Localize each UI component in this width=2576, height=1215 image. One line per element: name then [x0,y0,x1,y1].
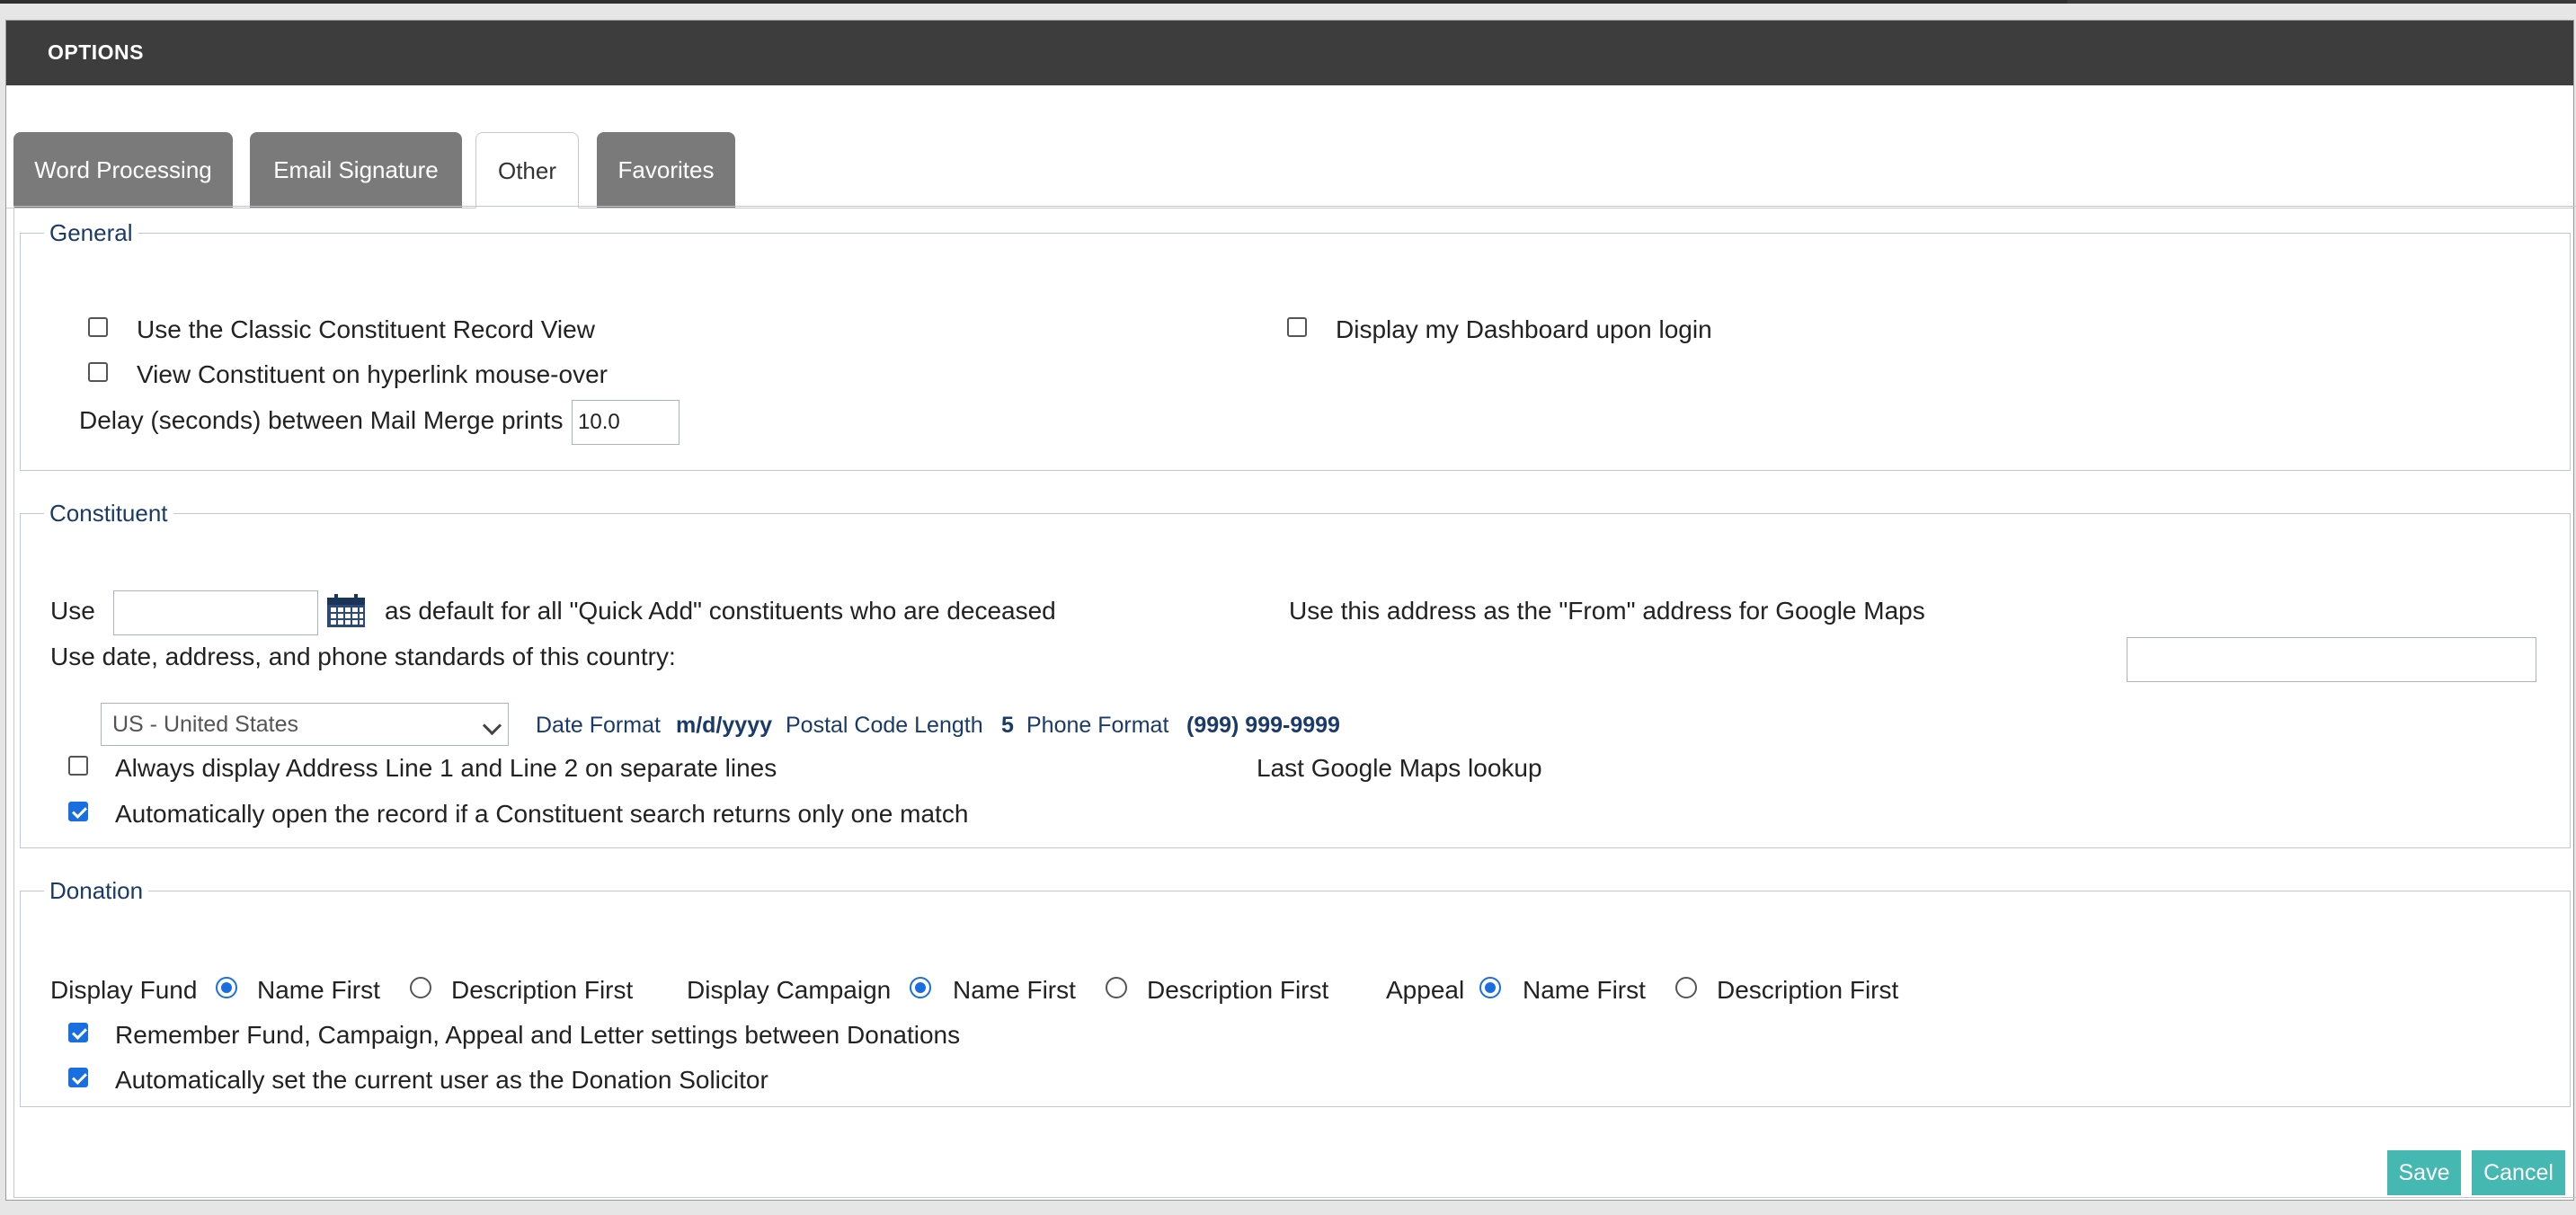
tab-content-panel: General Use the Classic Constituent Reco… [13,206,2576,1198]
separate-lines-label: Always display Address Line 1 and Line 2… [115,754,777,782]
options-dialog: OPTIONS Word Processing Email Signature … [5,20,2576,1201]
phone-format-value: (999) 999-9999 [1186,713,1340,738]
display-campaign-label: Display Campaign [687,976,892,1004]
set-solicitor-checkbox[interactable] [68,1068,88,1087]
tab-other[interactable]: Other [475,132,579,208]
date-format-label: Date Format [536,713,661,738]
country-standards-label: Use date, address, and phone standards o… [50,643,676,670]
campaign-description-first-radio[interactable] [1106,977,1127,998]
dialog-titlebar: OPTIONS [6,21,2573,85]
campaign-name-first-radio[interactable] [910,977,931,998]
appeal-description-first-label: Description First [1717,976,1899,1004]
tab-favorites[interactable]: Favorites [597,132,735,208]
google-from-label: Use this address as the "From" address f… [1289,597,1925,625]
separate-lines-checkbox[interactable] [68,756,88,776]
fund-description-first-label: Description First [451,976,634,1004]
top-window-strip-right [2067,0,2576,4]
deceased-default-label: as default for all "Quick Add" constitue… [385,597,1056,625]
remember-settings-label: Remember Fund, Campaign, Appeal and Lett… [115,1021,961,1049]
use-label: Use [50,597,95,625]
appeal-label: Appeal [1386,976,1465,1004]
fund-name-first-label: Name First [257,976,380,1004]
phone-format-label: Phone Format [1026,713,1169,738]
tab-word-processing[interactable]: Word Processing [13,132,233,208]
classic-view-label: Use the Classic Constituent Record View [137,315,595,343]
google-from-input[interactable] [2127,637,2536,682]
delay-label: Delay (seconds) between Mail Merge print… [79,406,564,434]
country-select[interactable]: US - United States [101,703,509,746]
appeal-name-first-radio[interactable] [1479,977,1501,998]
dialog-title: OPTIONS [48,40,145,64]
appeal-description-first-radio[interactable] [1675,977,1697,998]
auto-open-label: Automatically open the record if a Const… [115,800,969,828]
set-solicitor-label: Automatically set the current user as th… [115,1066,768,1094]
auto-open-checkbox[interactable] [68,802,88,821]
postal-length-value: 5 [1001,713,1014,738]
constituent-legend: Constituent [49,500,168,527]
donation-legend: Donation [49,877,144,904]
campaign-description-first-label: Description First [1147,976,1329,1004]
deceased-date-input[interactable] [113,590,318,635]
display-fund-label: Display Fund [50,976,198,1004]
country-select-value: US - United States [112,712,299,737]
campaign-name-first-label: Name First [953,976,1076,1004]
delay-input[interactable] [572,400,680,445]
tab-email-signature[interactable]: Email Signature [250,132,462,208]
hover-view-checkbox[interactable] [88,362,108,382]
calendar-icon[interactable] [325,593,367,629]
tab-strip: Word Processing Email Signature Other Fa… [6,111,2573,208]
last-google-lookup-label: Last Google Maps lookup [1257,754,1542,782]
general-legend: General [49,219,133,246]
postal-length-label: Postal Code Length [786,713,983,738]
save-button[interactable]: Save [2387,1150,2461,1195]
chevron-down-icon [482,715,502,736]
fund-name-first-radio[interactable] [216,977,237,998]
cancel-button[interactable]: Cancel [2472,1150,2565,1195]
fund-description-first-radio[interactable] [410,977,431,998]
dashboard-checkbox[interactable] [1287,317,1307,337]
appeal-name-first-label: Name First [1523,976,1646,1004]
date-format-value: m/d/yyyy [676,713,773,738]
remember-settings-checkbox[interactable] [68,1023,88,1042]
classic-view-checkbox[interactable] [88,317,108,337]
hover-view-label: View Constituent on hyperlink mouse-over [137,360,608,388]
dashboard-label: Display my Dashboard upon login [1336,315,1712,343]
